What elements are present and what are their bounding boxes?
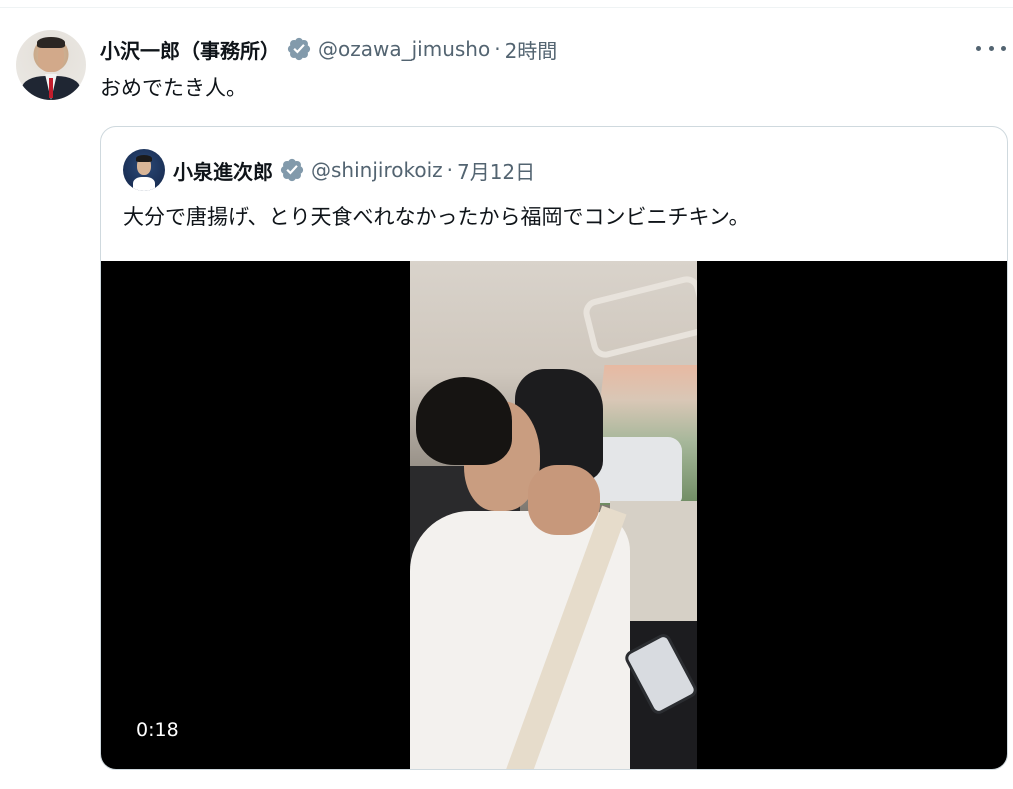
quoted-tweet[interactable]: 小泉進次郎 @shinjirokoiz · 7月12日 大分で唐揚げ、とり天食べ… xyxy=(100,126,1008,770)
quoted-author-name[interactable]: 小泉進次郎 xyxy=(173,156,273,185)
separator-dot: · xyxy=(494,37,501,61)
quoted-tweet-date[interactable]: 7月12日 xyxy=(457,156,535,185)
verified-badge-icon xyxy=(287,37,311,61)
more-dot xyxy=(1001,45,1006,51)
tweet-header: 小沢一郎（事務所） @ozawa_jimusho · 2時間 xyxy=(100,33,557,65)
more-options-icon[interactable] xyxy=(976,36,1006,60)
author-name[interactable]: 小沢一郎（事務所） xyxy=(100,35,280,64)
person-hands xyxy=(528,465,600,535)
author-avatar[interactable] xyxy=(16,30,86,100)
video-duration: 0:18 xyxy=(136,719,179,741)
quoted-author-avatar[interactable] xyxy=(123,149,165,191)
avatar-hair xyxy=(37,37,65,48)
avatar-tie xyxy=(49,78,53,98)
quoted-author-handle[interactable]: @shinjirokoiz xyxy=(311,158,443,182)
separator-dot: · xyxy=(446,158,453,182)
video-frame xyxy=(410,261,697,769)
more-dot xyxy=(976,45,981,51)
tweet[interactable]: 小沢一郎（事務所） @ozawa_jimusho · 2時間 おめでたき人。 小… xyxy=(0,0,1013,789)
verified-badge-icon xyxy=(280,158,304,182)
person-hair xyxy=(416,377,512,465)
tweet-time[interactable]: 2時間 xyxy=(505,35,558,64)
author-handle[interactable]: @ozawa_jimusho xyxy=(318,37,490,61)
avatar-hair xyxy=(136,155,152,162)
video-player[interactable]: 0:18 xyxy=(101,261,1007,769)
more-dot xyxy=(988,45,994,51)
grab-handle xyxy=(580,273,697,361)
tweet-text: おめでたき人。 xyxy=(100,76,247,100)
avatar-shirt xyxy=(133,177,155,191)
quoted-tweet-text: 大分で唐揚げ、とり天食べれなかったから福岡でコンビニチキン。 xyxy=(123,205,750,229)
quoted-tweet-header: 小泉進次郎 @shinjirokoiz · 7月12日 xyxy=(173,155,535,185)
